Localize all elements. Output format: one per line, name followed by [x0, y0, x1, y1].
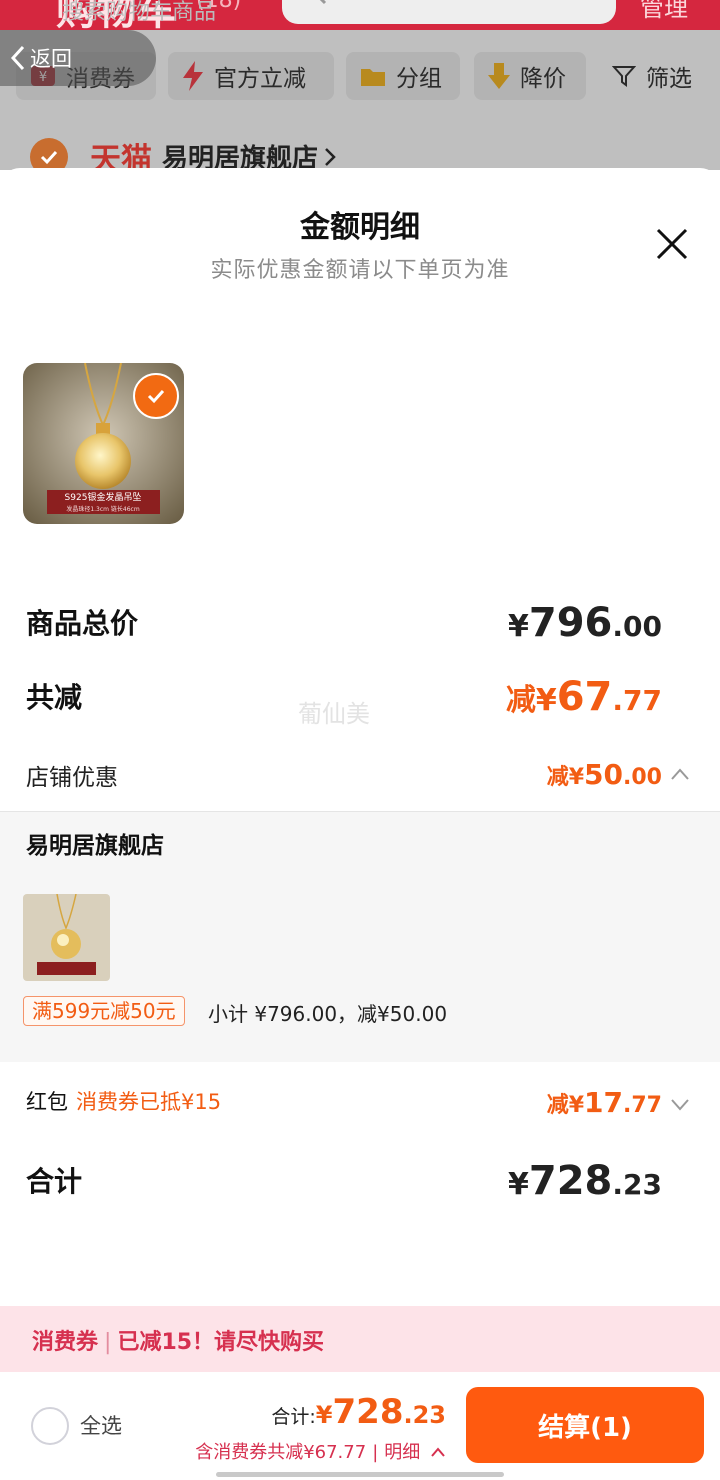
select-all-radio[interactable]: [31, 1407, 69, 1445]
sheet-title: 金额明细: [300, 210, 420, 245]
bottom-bar: 全选 合计:¥728.23 含消费券共减¥67.77 | 明细 结算(1): [0, 1372, 720, 1480]
red-packet-value: 减¥17.77: [546, 1086, 662, 1119]
search-bar[interactable]: [282, 0, 616, 24]
detail-link: 明细: [384, 1442, 421, 1463]
back-button[interactable]: 返回: [0, 30, 156, 86]
grand-total-value: ¥728.23: [508, 1158, 662, 1204]
search-icon: [298, 0, 328, 10]
product-image-caption: S925银金发晶吊坠: [65, 491, 142, 503]
filter-chip-filter[interactable]: 筛选: [598, 52, 708, 100]
chevron-up-icon: [670, 766, 690, 785]
sheet-subtitle: 实际优惠金额请以下单页为准: [210, 258, 510, 283]
coupon-banner: 消费券 | 已减15！请尽快购买: [0, 1306, 720, 1372]
back-label: 返回: [30, 47, 72, 71]
store-discount-value: 减¥50.00: [546, 758, 662, 791]
filter-icon: [612, 64, 636, 88]
store-discount-label: 店铺优惠: [26, 765, 118, 791]
coupon-banner-title: 消费券: [32, 1330, 99, 1355]
chevron-right-icon: [324, 147, 336, 167]
close-icon: [656, 228, 688, 260]
price-drop-icon: [488, 63, 510, 89]
manage-button[interactable]: 管理: [640, 0, 688, 23]
select-all-label[interactable]: 全选: [80, 1410, 122, 1440]
background-header: 购物车 (18) 搜索购物车商品 管理: [0, 0, 720, 30]
total-reduction-value: 减¥67.77: [505, 674, 662, 720]
red-packet-value-row: 减¥17.77: [26, 1086, 696, 1126]
watermark: 葡仙美: [298, 700, 370, 728]
subtotal-text: 小计 ¥796.00，减¥50.00: [208, 1002, 448, 1026]
checkout-button[interactable]: 结算(1): [466, 1387, 704, 1463]
store-detail-name: 易明居旗舰店: [26, 833, 164, 859]
filter-chip-group[interactable]: 分组: [346, 52, 460, 100]
filter-chip-price-drop[interactable]: 降价: [474, 52, 586, 100]
lightning-icon: [182, 61, 204, 91]
home-indicator: [216, 1472, 504, 1477]
goods-total-value: ¥796.00: [508, 600, 662, 646]
chevron-left-icon: [10, 45, 26, 71]
total-reduction-label: 共减: [26, 681, 83, 714]
folder-icon: [360, 65, 386, 87]
coupon-banner-separator: |: [104, 1330, 112, 1355]
product-image-detail: 发晶珠径1.3cm 链长46cm: [66, 505, 140, 513]
goods-total-row: 商品总价 ¥796.00: [26, 600, 696, 650]
goods-total-label: 商品总价: [26, 607, 139, 640]
chevron-up-icon: [430, 1447, 446, 1458]
close-button[interactable]: [652, 224, 692, 264]
promo-tag: 满599元减50元: [23, 996, 185, 1026]
store-discount-panel: 易明居旗舰店 满599元减50元 小计 ¥796.00，减¥50.00: [0, 812, 720, 1062]
grand-total-row: 合计 ¥728.23: [26, 1158, 696, 1208]
checkmark-icon: [147, 389, 165, 404]
coupon-banner-message: 已减15！请尽快购买: [117, 1330, 325, 1355]
bottom-total: 合计:¥728.23: [271, 1392, 446, 1432]
grand-total-label: 合计: [26, 1165, 83, 1198]
amount-detail-sheet: 金额明细 实际优惠金额请以下单页为准 S925银金发晶吊坠 发晶珠径1.3cm …: [0, 168, 720, 1306]
search-placeholder: 搜索购物车商品: [62, 0, 217, 25]
bottom-discount-detail[interactable]: 含消费券共减¥67.77 | 明细: [195, 1438, 446, 1464]
chevron-down-icon[interactable]: [670, 1096, 690, 1115]
filter-chip-official-discount[interactable]: 官方立减: [168, 52, 334, 100]
store-discount-row[interactable]: 店铺优惠 减¥50.00: [26, 756, 696, 796]
product-selected-check[interactable]: [133, 373, 179, 419]
product-thumbnail-small: [23, 894, 110, 981]
